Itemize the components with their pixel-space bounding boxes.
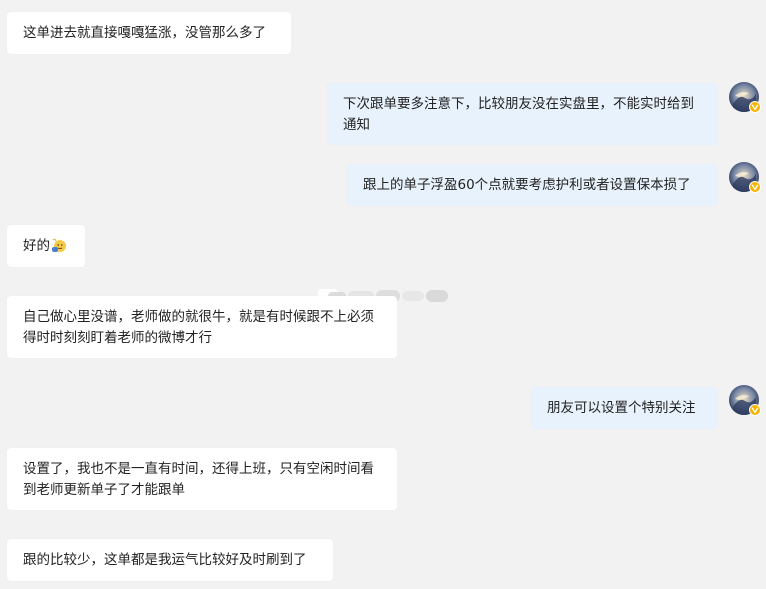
message-bubble-sent[interactable]: 跟上的单子浮盈60个点就要考虑护利或者设置保本损了	[347, 164, 717, 206]
message-text: 设置了，我也不是一直有时间，还得上班，只有空闲时间看到老师更新单子了才能跟单	[23, 461, 374, 498]
message-text: 这单进去就直接嘎嘎猛涨，没管那么多了	[23, 25, 266, 41]
message-bubble-received[interactable]: 好的	[7, 225, 85, 267]
message-text: 自己做心里没谱，老师做的就很牛，就是有时候跟不上必须得时时刻刻盯着老师的微博才行	[23, 309, 374, 346]
message-text: 好的	[23, 238, 50, 254]
message-bubble-received[interactable]: 跟的比较少，这单都是我运气比较好及时刷到了	[7, 539, 333, 581]
message-bubble-received[interactable]: 这单进去就直接嘎嘎猛涨，没管那么多了	[7, 12, 291, 54]
message-bubble-sent[interactable]: 朋友可以设置个特别关注	[531, 387, 717, 429]
message-bubble-received[interactable]: 设置了，我也不是一直有时间，还得上班，只有空闲时间看到老师更新单子了才能跟单	[7, 448, 397, 510]
message-text: 下次跟单要多注意下，比较朋友没在实盘里，不能实时给到通知	[343, 96, 694, 133]
message-bubble-received[interactable]: 自己做心里没谱，老师做的就很牛，就是有时候跟不上必须得时时刻刻盯着老师的微博才行	[7, 296, 397, 358]
sender-avatar[interactable]	[729, 385, 761, 416]
sender-avatar[interactable]	[729, 162, 761, 193]
message-text: 跟的比较少，这单都是我运气比较好及时刷到了	[23, 552, 307, 568]
verified-badge-icon	[749, 404, 761, 416]
sender-avatar[interactable]	[729, 82, 761, 113]
message-text: 朋友可以设置个特别关注	[547, 400, 696, 416]
verified-badge-icon	[749, 181, 761, 193]
message-text: 跟上的单子浮盈60个点就要考虑护利或者设置保本损了	[363, 177, 691, 193]
message-bubble-sent[interactable]: 下次跟单要多注意下，比较朋友没在实盘里，不能实时给到通知	[327, 83, 717, 145]
waving-hand-emoji	[52, 238, 66, 252]
verified-badge-icon	[749, 101, 761, 113]
